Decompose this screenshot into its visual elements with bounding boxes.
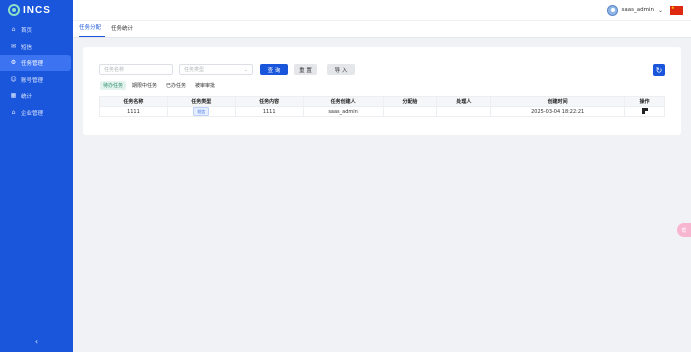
task-name-input[interactable]: 任务名称	[99, 64, 173, 75]
cell-handler	[436, 106, 492, 117]
cell-task-content: 1111	[234, 106, 304, 117]
subtab-completed[interactable]: 已办任务	[163, 81, 189, 90]
gear-icon: ⚙	[10, 59, 17, 66]
sidebar-item-home[interactable]: ⌂ 首页	[0, 22, 73, 38]
task-status-tabs: 待办任务 期限中任务 已办任务 被审审批	[100, 81, 218, 90]
task-table: 任务名称 任务类型 任务内容 任务创建人 分配给 处理人 创建时间 操作 111…	[99, 96, 665, 117]
collapse-sidebar-button[interactable]: ‹	[0, 337, 73, 346]
sidebar-item-label: 任务管理	[21, 61, 44, 67]
logo[interactable]: INCS	[0, 0, 73, 20]
logo-icon	[8, 4, 20, 16]
action-menu-icon[interactable]	[641, 107, 648, 114]
user-icon: ☺	[10, 75, 17, 83]
sidebar-item-label: 首页	[21, 28, 33, 34]
chart-icon: ▦	[10, 92, 17, 99]
cell-assignee	[382, 106, 438, 117]
help-bubble[interactable]: 帮	[677, 223, 691, 237]
chevron-down-icon: ⌄	[657, 6, 663, 14]
tab-task-statistics[interactable]: 任务统计	[111, 24, 137, 37]
sidebar-item-statistics[interactable]: ▦ 统计	[0, 88, 73, 104]
subtab-approval[interactable]: 被审审批	[192, 81, 218, 90]
subtab-pending[interactable]: 待办任务	[100, 81, 127, 90]
table-header-row: 任务名称 任务类型 任务内容 任务创建人 分配给 处理人 创建时间 操作	[99, 96, 665, 107]
refresh-button[interactable]: ↻	[653, 64, 665, 76]
sidebar-item-label: 账号管理	[21, 77, 44, 84]
sidebar-item-enterprise-management[interactable]: ⌂ 企业管理	[0, 105, 73, 121]
task-card: 任务名称 任务类型 ⌄ 查 询 重 置 导 入 ↻ 待办任务 期限中任务 已办任…	[83, 47, 681, 135]
table-row[interactable]: 1111 短信 1111 saas_admin 2025-03-04 18:22…	[99, 106, 665, 117]
logo-text: INCS	[23, 4, 51, 16]
building-icon: ⌂	[11, 108, 16, 116]
page-tabs: 任务分配 任务统计	[73, 20, 691, 38]
cell-created-at: 2025-03-04 18:22:21	[490, 106, 626, 117]
column-header: 操作	[624, 96, 665, 107]
column-header: 处理人	[436, 96, 492, 107]
home-icon: ⌂	[11, 26, 16, 33]
filter-bar: 任务名称 任务类型 ⌄ 查 询 重 置 导 入	[99, 64, 355, 75]
column-header: 分配给	[382, 96, 438, 107]
tab-task-assignment[interactable]: 任务分配	[79, 23, 106, 37]
chevron-down-icon: ⌄	[243, 66, 248, 73]
column-header: 创建时间	[490, 96, 626, 107]
sidebar-item-task-management[interactable]: ⚙ 任务管理	[0, 55, 71, 71]
import-button[interactable]: 导 入	[327, 64, 355, 75]
column-header: 任务类型	[166, 96, 236, 107]
column-header: 任务内容	[234, 96, 304, 107]
sidebar-nav: ⌂ 首页 ✉ 短信 ⚙ 任务管理 ☺ 账号管理 ▦ 统计 ⌂ 企业管理	[0, 22, 73, 121]
reset-button[interactable]: 重 置	[294, 64, 317, 75]
sidebar-item-account-management[interactable]: ☺ 账号管理	[0, 72, 73, 88]
task-type-placeholder: 任务类型	[184, 67, 205, 73]
cell-actions	[624, 106, 665, 117]
mail-icon: ✉	[10, 42, 17, 50]
sidebar-item-label: 企业管理	[21, 110, 44, 117]
top-header: saas_admin ⌄	[73, 0, 691, 20]
task-type-badge: 短信	[193, 107, 210, 116]
language-flag-icon[interactable]	[670, 5, 683, 15]
sidebar-item-label: 短信	[21, 44, 33, 51]
task-type-select[interactable]: 任务类型 ⌄	[179, 64, 253, 75]
user-menu[interactable]: saas_admin ⌄	[606, 4, 683, 16]
cell-task-type: 短信	[166, 106, 236, 117]
column-header: 任务创建人	[302, 96, 384, 107]
query-button[interactable]: 查 询	[260, 64, 288, 75]
cell-task-creator: saas_admin	[302, 106, 384, 117]
username: saas_admin	[621, 7, 654, 13]
sidebar-item-sms[interactable]: ✉ 短信	[0, 39, 73, 55]
column-header: 任务名称	[99, 96, 168, 107]
avatar	[606, 4, 618, 16]
subtab-in-period[interactable]: 期限中任务	[129, 81, 160, 90]
sidebar-item-label: 统计	[21, 94, 33, 100]
sidebar: INCS ⌂ 首页 ✉ 短信 ⚙ 任务管理 ☺ 账号管理 ▦ 统计 ⌂ 企业管理…	[0, 0, 73, 352]
cell-task-name: 1111	[99, 106, 168, 117]
refresh-icon: ↻	[655, 65, 663, 75]
